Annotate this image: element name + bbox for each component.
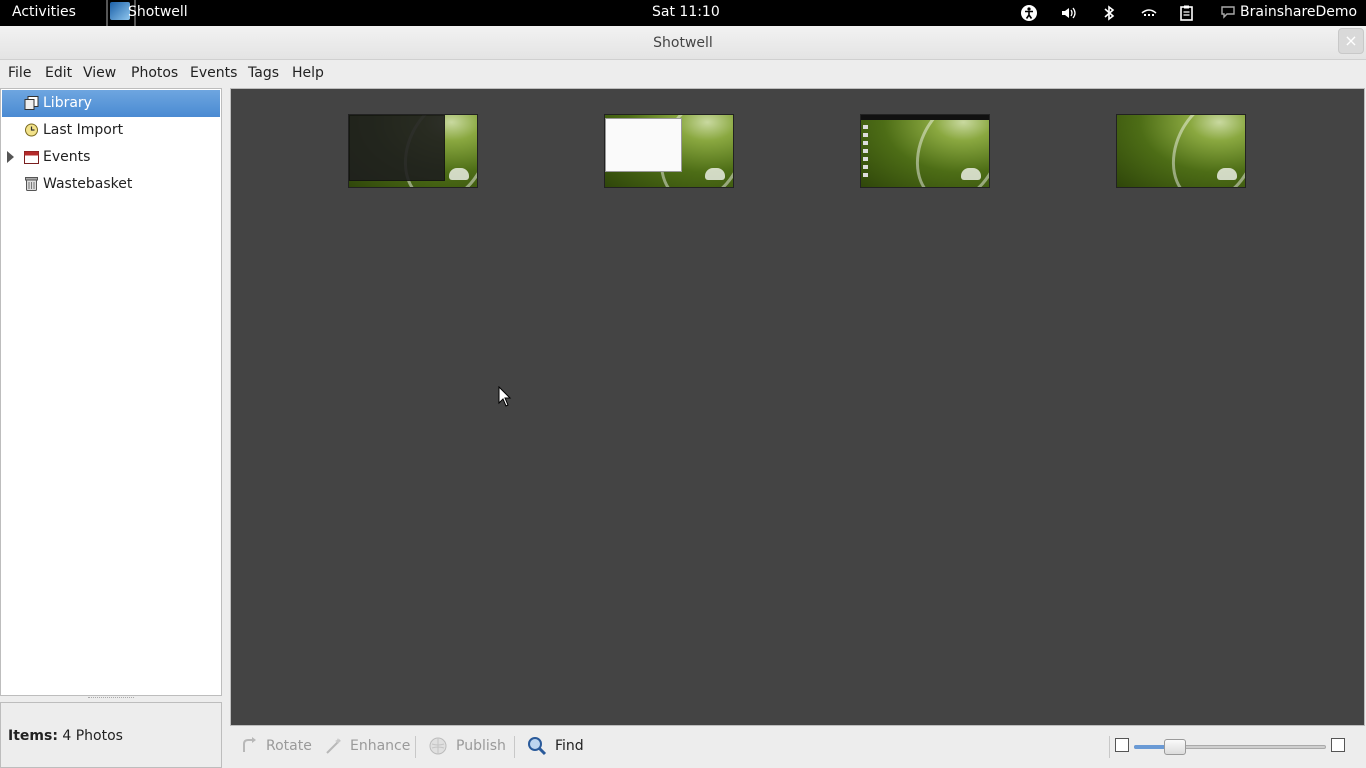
sidebar-item-wastebasket[interactable]: Wastebasket bbox=[2, 171, 220, 198]
events-icon bbox=[24, 151, 39, 164]
publish-button[interactable]: Publish bbox=[456, 738, 506, 754]
zoom-in-icon[interactable] bbox=[1331, 738, 1345, 752]
pane-resize-handle[interactable] bbox=[88, 697, 134, 700]
activities-button[interactable]: Activities bbox=[12, 4, 76, 20]
clipboard-icon[interactable] bbox=[1178, 4, 1196, 22]
clock-icon bbox=[25, 123, 38, 137]
chat-icon[interactable] bbox=[1220, 4, 1236, 20]
sidebar-item-label: Library bbox=[43, 95, 92, 111]
suse-logo-icon bbox=[961, 168, 981, 180]
library-icon bbox=[24, 96, 39, 110]
sidebar-item-events[interactable]: Events bbox=[2, 144, 220, 171]
suse-logo-icon bbox=[705, 168, 725, 180]
rotate-icon bbox=[243, 737, 256, 752]
trash-icon bbox=[25, 177, 38, 191]
bluetooth-icon[interactable] bbox=[1100, 4, 1118, 22]
zoom-out-icon[interactable] bbox=[1115, 738, 1129, 752]
sidebar: Library Last Import Events Wastebasket bbox=[0, 88, 222, 696]
photo-thumbnail[interactable] bbox=[348, 114, 478, 188]
menu-photos[interactable]: Photos bbox=[131, 65, 178, 81]
window-titlebar[interactable]: Shotwell × bbox=[0, 26, 1366, 60]
mouse-cursor-icon bbox=[498, 386, 512, 407]
find-button[interactable]: Find bbox=[555, 738, 584, 754]
user-menu[interactable]: BrainshareDemo bbox=[1240, 4, 1357, 20]
toolbar-separator bbox=[1109, 736, 1110, 758]
publish-icon bbox=[429, 737, 447, 755]
status-panel: Items: 4 Photos bbox=[0, 702, 222, 768]
photo-thumbnail[interactable] bbox=[860, 114, 990, 188]
menu-file[interactable]: File bbox=[8, 65, 31, 81]
thumb-window bbox=[605, 118, 682, 172]
search-icon bbox=[528, 737, 547, 756]
items-value: 4 Photos bbox=[62, 728, 123, 744]
items-label: Items: bbox=[8, 728, 58, 744]
volume-icon[interactable] bbox=[1060, 4, 1078, 22]
menubar: File Edit View Photos Events Tags Help bbox=[0, 61, 1366, 87]
rotate-button[interactable]: Rotate bbox=[266, 738, 312, 754]
sidebar-item-label: Events bbox=[43, 149, 91, 165]
window-title: Shotwell bbox=[653, 35, 713, 51]
network-icon[interactable] bbox=[1140, 4, 1158, 22]
expander-arrow-icon[interactable] bbox=[7, 151, 14, 163]
toolbar-separator bbox=[415, 736, 416, 758]
menu-view[interactable]: View bbox=[83, 65, 116, 81]
toolbar-separator bbox=[514, 736, 515, 758]
clock[interactable]: Sat 11:10 bbox=[652, 4, 720, 20]
shotwell-app-icon bbox=[110, 2, 130, 20]
accessibility-icon[interactable] bbox=[1020, 4, 1038, 22]
enhance-icon bbox=[326, 738, 341, 754]
app-menu-label[interactable]: Shotwell bbox=[128, 4, 188, 20]
menu-help[interactable]: Help bbox=[292, 65, 324, 81]
thumb-dock bbox=[863, 125, 868, 180]
suse-logo-icon bbox=[1217, 168, 1237, 180]
top-panel: Activities Shotwell Sat 11:10 Brainshare… bbox=[0, 0, 1366, 26]
close-icon: × bbox=[1344, 31, 1358, 50]
menu-edit[interactable]: Edit bbox=[45, 65, 72, 81]
sidebar-item-library[interactable]: Library bbox=[2, 90, 220, 117]
thumb-panel bbox=[861, 115, 989, 120]
suse-logo-icon bbox=[449, 168, 469, 180]
items-count: Items: 4 Photos bbox=[8, 728, 123, 744]
menu-tags[interactable]: Tags bbox=[248, 65, 279, 81]
photo-thumbnail[interactable] bbox=[604, 114, 734, 188]
photo-thumbnail[interactable] bbox=[1116, 114, 1246, 188]
menu-events[interactable]: Events bbox=[190, 65, 237, 81]
sidebar-item-last-import[interactable]: Last Import bbox=[2, 117, 220, 144]
thumb-window bbox=[349, 115, 445, 181]
zoom-slider-handle[interactable] bbox=[1164, 739, 1186, 755]
sidebar-item-label: Wastebasket bbox=[43, 176, 133, 192]
enhance-button[interactable]: Enhance bbox=[350, 738, 410, 754]
sidebar-item-label: Last Import bbox=[43, 122, 124, 138]
close-window-button[interactable]: × bbox=[1338, 28, 1364, 54]
bottom-toolbar: Rotate Enhance Publish Find bbox=[228, 726, 1366, 768]
photo-grid[interactable] bbox=[230, 88, 1365, 726]
